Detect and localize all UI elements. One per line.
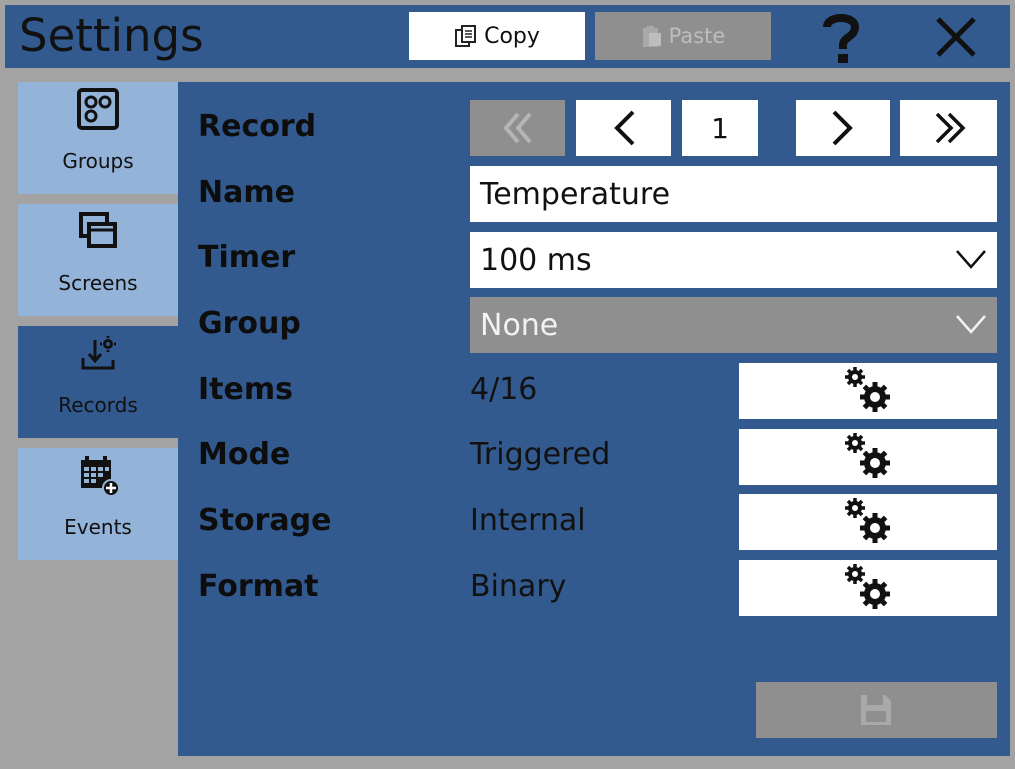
gears-icon xyxy=(845,498,890,543)
chevron-right-icon xyxy=(832,110,853,146)
events-icon xyxy=(81,456,120,497)
format-label: Format xyxy=(198,569,319,604)
copy-button[interactable]: Copy xyxy=(409,12,585,60)
sidebar-item-records[interactable]: Records xyxy=(18,326,178,438)
bottom-border xyxy=(5,756,1010,769)
mode-label: Mode xyxy=(198,437,291,472)
window-title: Settings xyxy=(19,9,204,62)
close-icon[interactable] xyxy=(932,13,980,61)
paste-label: Paste xyxy=(668,24,726,48)
group-dropdown[interactable]: None xyxy=(470,297,997,353)
items-settings-button[interactable] xyxy=(739,363,997,419)
sidebar-item-label: Groups xyxy=(62,149,134,173)
screens-icon xyxy=(79,212,117,248)
paste-button[interactable]: Paste xyxy=(595,12,771,60)
items-value: 4/16 xyxy=(470,372,538,407)
record-number-field[interactable]: 1 xyxy=(682,100,758,156)
group-label: Group xyxy=(198,306,301,341)
toolbar-divider xyxy=(5,68,1010,82)
double-chevron-left-icon xyxy=(502,112,532,144)
sidebar-item-label: Records xyxy=(58,393,138,417)
sidebar-item-label: Screens xyxy=(58,271,138,295)
chevron-down-icon xyxy=(956,250,986,269)
chevron-left-icon xyxy=(613,110,634,146)
format-value: Binary xyxy=(470,569,567,604)
timer-dropdown[interactable]: 100 ms xyxy=(470,232,997,288)
copy-icon xyxy=(455,25,477,47)
timer-value: 100 ms xyxy=(480,242,592,278)
question-icon[interactable] xyxy=(817,9,865,65)
timer-label: Timer xyxy=(198,240,296,275)
format-settings-button[interactable] xyxy=(739,560,997,616)
sidebar-item-events[interactable]: Events xyxy=(18,448,178,560)
records-icon xyxy=(81,336,116,370)
mode-value: Triggered xyxy=(470,437,611,472)
next-record-button[interactable] xyxy=(796,100,890,156)
sidebar-item-label: Events xyxy=(64,515,132,539)
groups-icon xyxy=(77,88,119,130)
name-label: Name xyxy=(198,175,295,210)
sidebar-item-screens[interactable]: Screens xyxy=(18,204,178,316)
storage-label: Storage xyxy=(198,503,332,538)
save-button[interactable] xyxy=(756,682,997,738)
storage-settings-button[interactable] xyxy=(739,494,997,550)
gears-icon xyxy=(845,433,890,478)
first-record-button[interactable] xyxy=(470,100,565,156)
storage-value: Internal xyxy=(470,503,586,538)
last-record-button[interactable] xyxy=(900,100,997,156)
name-value: Temperature xyxy=(480,176,671,212)
chevron-down-icon xyxy=(956,315,986,334)
gears-icon xyxy=(845,564,890,609)
mode-settings-button[interactable] xyxy=(739,429,997,485)
save-icon xyxy=(861,695,891,725)
double-chevron-right-icon xyxy=(935,112,965,144)
sidebar-item-groups[interactable]: Groups xyxy=(18,82,178,194)
title-bar: Settings Copy Paste xyxy=(5,5,1010,68)
group-value: None xyxy=(480,307,559,343)
paste-icon xyxy=(642,26,661,47)
gears-icon xyxy=(845,367,890,412)
record-label: Record xyxy=(198,109,317,144)
items-label: Items xyxy=(198,372,293,407)
records-panel: Record 1 Name Temperature Timer 100 ms G… xyxy=(178,82,1010,756)
name-field[interactable]: Temperature xyxy=(470,166,997,222)
copy-label: Copy xyxy=(484,23,540,49)
previous-record-button[interactable] xyxy=(576,100,671,156)
